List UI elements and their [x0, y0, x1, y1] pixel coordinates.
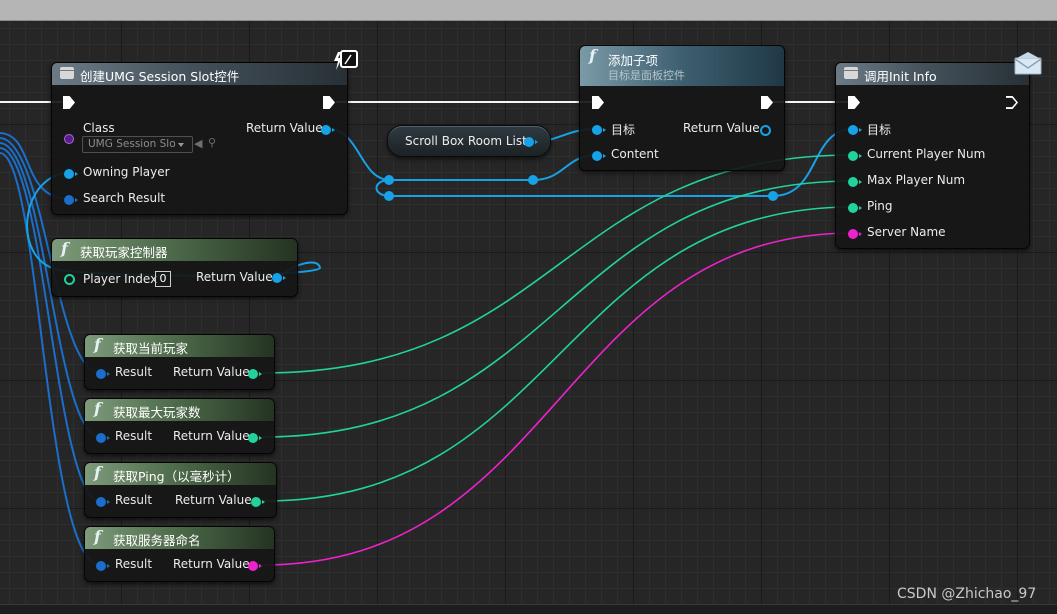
function-f-icon: f: [589, 46, 596, 65]
server-name-wire: [261, 232, 854, 566]
max-player-num-label: Max Player Num: [867, 173, 966, 187]
function-f-icon: f: [61, 239, 68, 258]
reroute-node[interactable]: [384, 175, 394, 185]
return-value-pin[interactable]: [248, 561, 262, 571]
search-result-label: Search Result: [83, 191, 166, 205]
target-pin[interactable]: [848, 125, 862, 135]
chevron-down-icon: [178, 143, 184, 147]
result-label: Result: [115, 557, 153, 571]
return-value-pin[interactable]: [760, 125, 771, 136]
envelope-icon: [1014, 52, 1042, 75]
return-value-label: Return Value: [175, 493, 252, 507]
watermark: CSDN @Zhichao_97: [897, 586, 1037, 602]
class-pin[interactable]: [64, 134, 74, 144]
target-label: 目标: [611, 123, 636, 137]
function-f-icon: f: [94, 463, 101, 482]
search-result-pin[interactable]: [64, 195, 78, 205]
node-title: 获取当前玩家: [113, 341, 189, 356]
result-label: Result: [115, 429, 153, 443]
node-title: 获取玩家控制器: [80, 245, 168, 260]
get-ping-node[interactable]: f 获取Ping（以毫秒计） Result Return Value: [84, 462, 277, 518]
ping-pin[interactable]: [848, 203, 862, 213]
exec-out-pin[interactable]: [1006, 96, 1018, 109]
reroute-node[interactable]: [528, 175, 538, 185]
node-title: 获取最大玩家数: [113, 405, 201, 420]
owning-player-label: Owning Player: [83, 165, 170, 179]
result-pin[interactable]: [96, 433, 110, 443]
class-dropdown[interactable]: UMG Session Slo: [82, 136, 193, 153]
function-f-icon: f: [94, 527, 101, 546]
create-widget-node[interactable]: 创建UMG Session Slot控件 Class UMG Session S…: [51, 62, 348, 215]
variable-label: Scroll Box Room List: [405, 134, 527, 148]
return-value-label: Return Value: [173, 429, 250, 443]
get-current-players-node[interactable]: f 获取当前玩家 Result Return Value: [84, 334, 275, 390]
function-page-icon: [60, 67, 74, 79]
node-title: 获取Ping（以毫秒计）: [113, 469, 240, 484]
return-value-label: Return Value: [173, 557, 250, 571]
result-pin[interactable]: [96, 561, 110, 571]
variable-output-pin[interactable]: [524, 137, 538, 147]
reroute-node[interactable]: [384, 191, 394, 201]
ping-wire: [263, 206, 854, 502]
result-label: Result: [115, 493, 153, 507]
player-index-label: Player Index: [83, 272, 158, 286]
get-server-name-node[interactable]: f 获取服务器命名 Result Return Value: [84, 526, 275, 582]
return-value-label: Return Value: [246, 121, 323, 135]
content-label: Content: [611, 147, 659, 161]
init-info-node[interactable]: 调用Init Info 目标 Current Player Num Max Pl…: [835, 62, 1030, 249]
scrollbox-variable-node[interactable]: Scroll Box Room List: [387, 125, 551, 157]
function-f-icon: f: [94, 399, 101, 418]
exec-in-pin[interactable]: [592, 96, 604, 109]
current-player-num-label: Current Player Num: [867, 147, 986, 161]
search-icon[interactable]: ⚲: [208, 136, 216, 149]
get-max-players-node[interactable]: f 获取最大玩家数 Result Return Value: [84, 398, 275, 454]
exec-in-pin[interactable]: [848, 96, 860, 109]
owning-player-pin[interactable]: [64, 169, 78, 179]
node-title: 调用Init Info: [864, 69, 937, 84]
exec-out-pin[interactable]: [323, 96, 335, 109]
server-name-label: Server Name: [867, 225, 946, 239]
result-pin[interactable]: [96, 369, 110, 379]
reroute-node[interactable]: [768, 191, 778, 201]
current-player-num-pin[interactable]: [848, 151, 862, 161]
return-value-pin[interactable]: [272, 273, 286, 283]
content-pin[interactable]: [592, 151, 606, 161]
return-value-pin[interactable]: [248, 433, 262, 443]
arrow-left-icon[interactable]: ◀: [194, 137, 202, 150]
ping-label: Ping: [867, 199, 893, 213]
max-player-wire: [261, 180, 854, 438]
node-subtitle: 目标是面板控件: [608, 69, 685, 82]
lightning-monitor-icon: [334, 50, 358, 70]
node-title: 获取服务器命名: [113, 533, 201, 548]
result-label: Result: [115, 365, 153, 379]
exec-out-pin[interactable]: [761, 96, 773, 109]
max-player-num-pin[interactable]: [848, 177, 862, 187]
current-player-wire: [261, 154, 854, 374]
add-child-node[interactable]: f 添加子项 目标是面板控件 目标 Return Value Content: [579, 45, 785, 171]
exec-in-pin[interactable]: [63, 96, 75, 109]
function-page-icon: [844, 67, 858, 79]
player-index-input[interactable]: 0: [155, 271, 171, 287]
return-value-pin[interactable]: [248, 369, 262, 379]
function-f-icon: f: [94, 335, 101, 354]
server-name-pin[interactable]: [848, 229, 862, 239]
return-value-pin[interactable]: [321, 125, 335, 135]
return-value-label: Return Value: [196, 270, 273, 284]
player-index-pin[interactable]: [64, 274, 75, 285]
result-pin[interactable]: [96, 497, 110, 507]
return-value-label: Return Value: [683, 121, 760, 135]
target-pin[interactable]: [592, 125, 606, 135]
return-value-label: Return Value: [173, 365, 250, 379]
target-label: 目标: [867, 123, 892, 137]
get-player-controller-node[interactable]: f 获取玩家控制器 Player Index 0 Return Value: [51, 238, 298, 297]
return-value-pin[interactable]: [251, 497, 265, 507]
node-title: 创建UMG Session Slot控件: [80, 69, 240, 84]
class-label: Class: [83, 121, 115, 135]
